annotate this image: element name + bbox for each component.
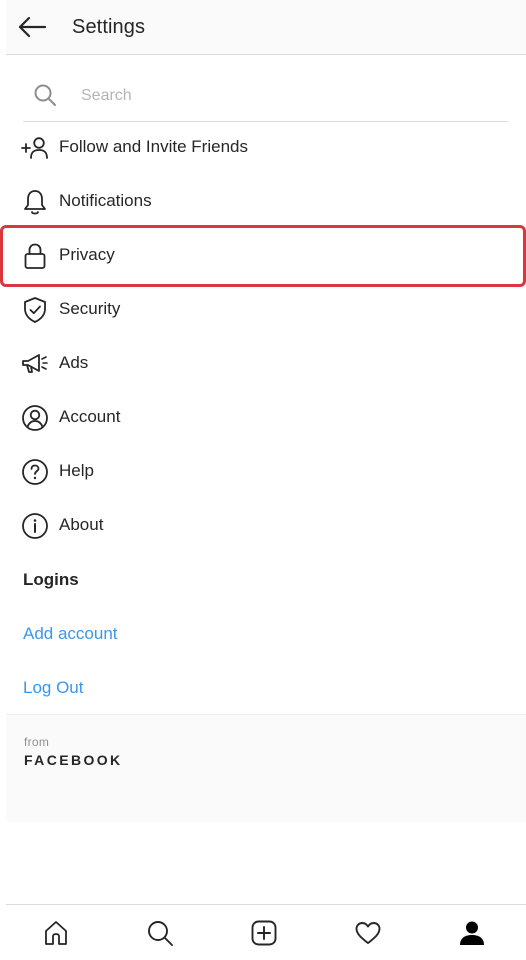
bell-icon <box>21 188 49 216</box>
bottom-nav-bar <box>6 904 526 960</box>
megaphone-icon <box>21 350 49 378</box>
add-person-icon <box>21 134 49 162</box>
user-circle-icon <box>21 404 49 432</box>
from-label: from <box>24 735 50 749</box>
menu-item-label: Follow and Invite Friends <box>59 137 248 156</box>
nav-search-button[interactable] <box>140 915 180 951</box>
back-button[interactable] <box>16 13 48 41</box>
log-out-link[interactable]: Log Out <box>23 678 84 698</box>
menu-item-label: Help <box>59 461 94 480</box>
search-icon <box>33 83 57 107</box>
menu-item-about[interactable]: About <box>6 499 526 553</box>
nav-activity-button[interactable] <box>348 915 388 951</box>
menu-item-label: Account <box>59 407 121 426</box>
arrow-left-icon <box>17 16 47 38</box>
info-circle-icon <box>21 512 49 540</box>
menu-item-privacy[interactable]: Privacy <box>6 229 526 283</box>
menu-item-label: Ads <box>59 353 89 372</box>
settings-screen: Settings Follow and Invite Friends <box>0 0 526 960</box>
profile-icon <box>458 919 486 947</box>
menu-item-security[interactable]: Security <box>6 283 526 337</box>
menu-item-notifications[interactable]: Notifications <box>6 175 526 229</box>
from-facebook-footer: from FACEBOOK <box>6 714 526 822</box>
facebook-brand-label: FACEBOOK <box>24 752 123 768</box>
nav-home-button[interactable] <box>36 915 76 951</box>
menu-item-ads[interactable]: Ads <box>6 337 526 391</box>
logins-section-title: Logins <box>23 570 79 589</box>
header-bar: Settings <box>6 0 526 55</box>
shield-check-icon <box>21 296 49 324</box>
new-post-icon <box>250 919 278 947</box>
nav-profile-button[interactable] <box>452 915 492 951</box>
menu-item-account[interactable]: Account <box>6 391 526 445</box>
heart-icon <box>354 920 382 946</box>
add-account-link[interactable]: Add account <box>23 624 118 644</box>
menu-item-follow-invite-friends[interactable]: Follow and Invite Friends <box>6 121 526 175</box>
nav-new-post-button[interactable] <box>244 915 284 951</box>
home-icon <box>42 919 70 947</box>
menu-item-label: Security <box>59 299 121 318</box>
page-title: Settings <box>72 16 146 38</box>
menu-item-help[interactable]: Help <box>6 445 526 499</box>
menu-item-label: Privacy <box>59 245 115 264</box>
search-bar <box>23 74 508 122</box>
search-icon <box>146 919 174 947</box>
lock-icon <box>21 242 49 270</box>
question-circle-icon <box>21 458 49 486</box>
menu-item-label: About <box>59 515 104 534</box>
search-input[interactable] <box>81 82 481 110</box>
menu-item-label: Notifications <box>59 191 152 210</box>
